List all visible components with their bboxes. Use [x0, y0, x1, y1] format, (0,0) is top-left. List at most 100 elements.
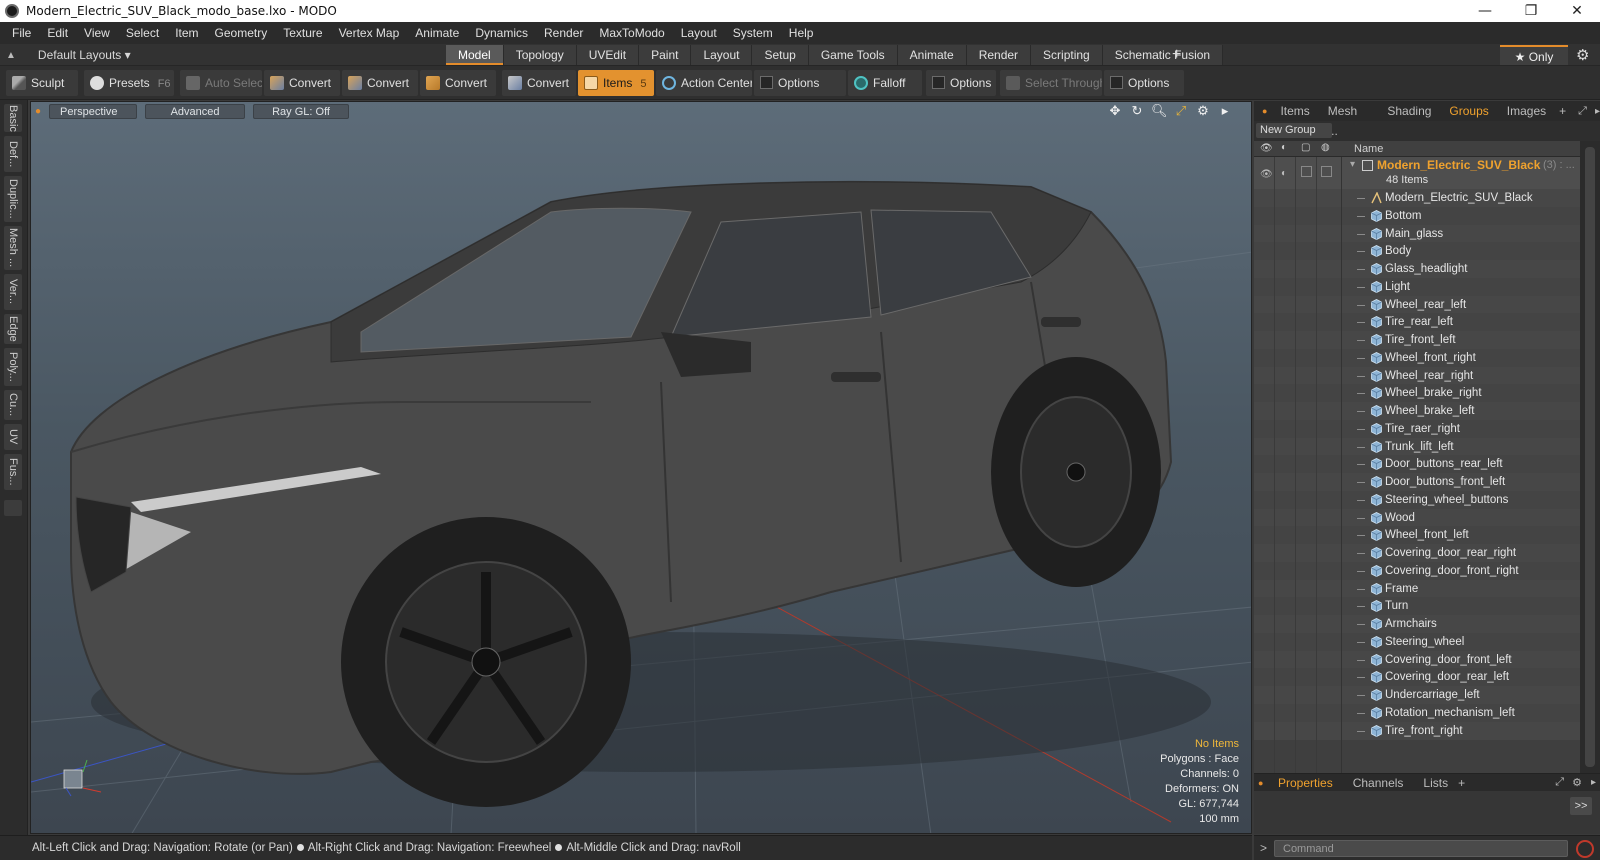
shading-dropdown[interactable]: Advanced	[145, 103, 246, 119]
properties-more-arrow-icon[interactable]: ▸	[1591, 777, 1596, 788]
list-item[interactable]: Light	[1254, 277, 1580, 296]
tab-setup[interactable]: Setup	[752, 45, 809, 65]
list-item[interactable]: Steering_wheel_buttons	[1254, 490, 1580, 509]
new-group-button[interactable]: New Group	[1256, 123, 1332, 138]
menu-item[interactable]: Item	[167, 22, 206, 44]
list-item[interactable]: Wheel_brake_left	[1254, 402, 1580, 420]
list-item[interactable]: Wood	[1254, 508, 1580, 527]
list-item[interactable]: Undercarriage_left	[1254, 686, 1580, 704]
maximize-button[interactable]: ❐	[1508, 0, 1554, 22]
viewport-menu-dot-icon[interactable]: ●	[35, 106, 41, 117]
list-item[interactable]: Armchairs	[1254, 615, 1580, 633]
menu-select[interactable]: Select	[118, 22, 167, 44]
list-item[interactable]: Steering_wheel	[1254, 632, 1580, 651]
items-mode-button[interactable]: Items 5	[578, 70, 654, 96]
group-select-checkbox[interactable]	[1321, 166, 1332, 177]
menu-layout[interactable]: Layout	[673, 22, 725, 44]
visibility-eye-icon[interactable]: 👁︎	[1260, 143, 1273, 154]
only-toggle-button[interactable]: ★ Only	[1500, 45, 1568, 65]
stop-record-icon[interactable]	[1576, 840, 1594, 858]
render-toggle-icon[interactable]: ◐	[1281, 142, 1287, 153]
menu-render[interactable]: Render	[536, 22, 591, 44]
menu-view[interactable]: View	[76, 22, 118, 44]
tab-polygon[interactable]: Poly...	[4, 348, 22, 386]
tab-shading[interactable]: Shading	[1378, 101, 1440, 121]
tab-lists[interactable]: Lists	[1413, 776, 1458, 790]
options-checkbox[interactable]	[760, 76, 773, 89]
auto-select-button[interactable]: Auto Select	[180, 70, 262, 96]
list-item[interactable]: Modern_Electric_SUV_Black	[1254, 189, 1580, 207]
action-center-button[interactable]: Action Center	[656, 70, 752, 96]
undock-icon[interactable]: ⤢	[1578, 105, 1587, 118]
tab-topology[interactable]: Topology	[503, 45, 577, 65]
list-item[interactable]: Covering_door_front_right	[1254, 561, 1580, 580]
minimize-button[interactable]: —	[1462, 0, 1508, 22]
tab-animate[interactable]: Animate	[897, 45, 967, 65]
gear-icon[interactable]: ⚙	[1576, 46, 1589, 64]
viewport-more-arrow-icon[interactable]: ▸	[1217, 103, 1233, 119]
perspective-dropdown[interactable]: Perspective	[49, 103, 138, 119]
list-item[interactable]: Tire_raer_right	[1254, 419, 1580, 438]
tab-render[interactable]: Render	[966, 45, 1032, 65]
menu-dynamics[interactable]: Dynamics	[467, 22, 536, 44]
fit-view-icon[interactable]: ⤢	[1173, 103, 1189, 119]
lock-toggle-icon[interactable]: ▢	[1301, 142, 1310, 153]
menu-edit[interactable]: Edit	[39, 22, 76, 44]
list-item[interactable]: Covering_door_rear_left	[1254, 668, 1580, 687]
move-view-icon[interactable]: ✥	[1107, 103, 1123, 119]
scrollbar-thumb[interactable]	[1585, 147, 1595, 767]
zoom-view-icon[interactable]: 🔍︎	[1151, 103, 1168, 119]
list-item[interactable]: Covering_door_rear_right	[1254, 544, 1580, 562]
tab-paint[interactable]: Paint	[639, 45, 692, 65]
menu-geometry[interactable]: Geometry	[207, 22, 276, 44]
properties-menu-dot-icon[interactable]: ●	[1258, 778, 1263, 788]
list-item[interactable]: Covering_door_front_left	[1254, 650, 1580, 669]
menu-file[interactable]: File	[4, 22, 39, 44]
list-item[interactable]: Trunk_lift_left	[1254, 437, 1580, 456]
menu-maxtomodo[interactable]: MaxToModo	[591, 22, 672, 44]
list-item[interactable]: Wheel_front_left	[1254, 526, 1580, 545]
tab-basic[interactable]: Basic	[4, 104, 22, 132]
command-input[interactable]	[1274, 840, 1568, 857]
tab-schematic-fusion[interactable]: Schematic Fusion	[1102, 45, 1224, 65]
group-visibility-eye-icon[interactable]: 👁︎	[1260, 166, 1273, 184]
action-center-options-button[interactable]: Options	[754, 70, 846, 96]
list-item[interactable]: Wheel_brake_right	[1254, 384, 1580, 403]
tab-deform[interactable]: Def...	[4, 136, 22, 172]
select-toggle-icon[interactable]: ◍	[1321, 142, 1330, 153]
list-item[interactable]: Frame	[1254, 579, 1580, 598]
tab-channels[interactable]: Channels	[1343, 776, 1414, 790]
menu-vertex-map[interactable]: Vertex Map	[331, 22, 408, 44]
tab-items[interactable]: Items	[1271, 101, 1318, 121]
options-checkbox-2[interactable]	[932, 76, 945, 89]
list-item[interactable]: Tire_rear_left	[1254, 313, 1580, 332]
list-item[interactable]: Rotation_mechanism_left	[1254, 703, 1580, 722]
rotate-view-icon[interactable]: ↻	[1129, 103, 1145, 119]
tab-vertex[interactable]: Ver...	[4, 274, 22, 310]
layouts-dropdown[interactable]: ▲ Default Layouts ▾	[6, 44, 131, 66]
list-item[interactable]: Wheel_rear_left	[1254, 295, 1580, 314]
tab-mesh[interactable]: Mesh ...	[1319, 101, 1379, 138]
add-properties-tab-plus-icon[interactable]: +	[1458, 776, 1465, 790]
default-layouts-label[interactable]: Default Layouts ▾	[38, 48, 131, 62]
palette-toggle-button[interactable]	[4, 500, 22, 516]
options-checkbox-3[interactable]	[1110, 76, 1123, 89]
list-item[interactable]: Main_glass	[1254, 224, 1580, 243]
tab-layout[interactable]: Layout	[691, 45, 753, 65]
tab-uvedit[interactable]: UVEdit	[576, 45, 640, 65]
tab-curve[interactable]: Cu...	[4, 390, 22, 420]
tab-images[interactable]: Images	[1498, 101, 1555, 121]
convert-polygons-button[interactable]: Convert	[420, 70, 496, 96]
tab-mesh-edit[interactable]: Mesh ...	[4, 226, 22, 270]
falloff-button[interactable]: Falloff	[848, 70, 922, 96]
list-item[interactable]: Turn	[1254, 597, 1580, 616]
group-row[interactable]: 👁︎ ◐ ▾ Modern_Electric_SUV_Black (3) : .…	[1254, 157, 1580, 189]
viewport-settings-gear-icon[interactable]: ⚙	[1195, 103, 1211, 119]
list-item[interactable]: Door_buttons_front_left	[1254, 473, 1580, 491]
menu-help[interactable]: Help	[781, 22, 822, 44]
list-scrollbar[interactable]	[1580, 141, 1600, 777]
convert-items-button[interactable]: Convert	[502, 70, 576, 96]
add-layout-tab-button[interactable]: +	[1172, 44, 1181, 66]
menu-animate[interactable]: Animate	[407, 22, 467, 44]
name-column-header[interactable]: Name	[1354, 141, 1383, 157]
